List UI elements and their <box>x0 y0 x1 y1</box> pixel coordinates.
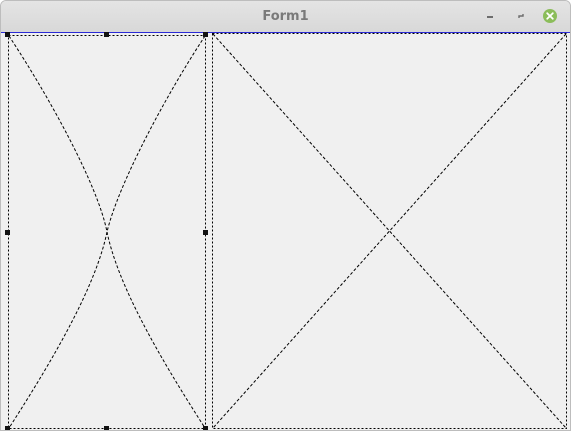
placeholder-panel-left[interactable] <box>5 32 208 430</box>
placeholder-panel-right[interactable] <box>212 33 567 430</box>
maximize-button[interactable] <box>513 8 529 24</box>
form-client-area[interactable] <box>1 32 570 430</box>
resize-handle-bottom[interactable] <box>104 426 109 430</box>
resize-handle-right[interactable] <box>203 230 208 235</box>
resize-handle-top-left[interactable] <box>5 32 10 37</box>
resize-handle-top[interactable] <box>104 32 109 37</box>
placeholder-x-graphic <box>8 35 206 429</box>
minimize-icon <box>487 16 493 18</box>
title-bar[interactable]: Form1 <box>1 1 570 33</box>
resize-handle-bottom-right[interactable] <box>203 426 208 430</box>
resize-handle-left[interactable] <box>5 230 10 235</box>
close-button[interactable] <box>542 8 558 24</box>
form-window: Form1 <box>0 0 571 431</box>
placeholder-x-graphic <box>212 33 567 429</box>
minimize-button[interactable] <box>482 8 498 24</box>
resize-handle-top-right[interactable] <box>203 32 208 37</box>
close-icon <box>543 9 557 23</box>
resize-handle-bottom-left[interactable] <box>5 426 10 430</box>
restore-icon <box>518 14 524 18</box>
